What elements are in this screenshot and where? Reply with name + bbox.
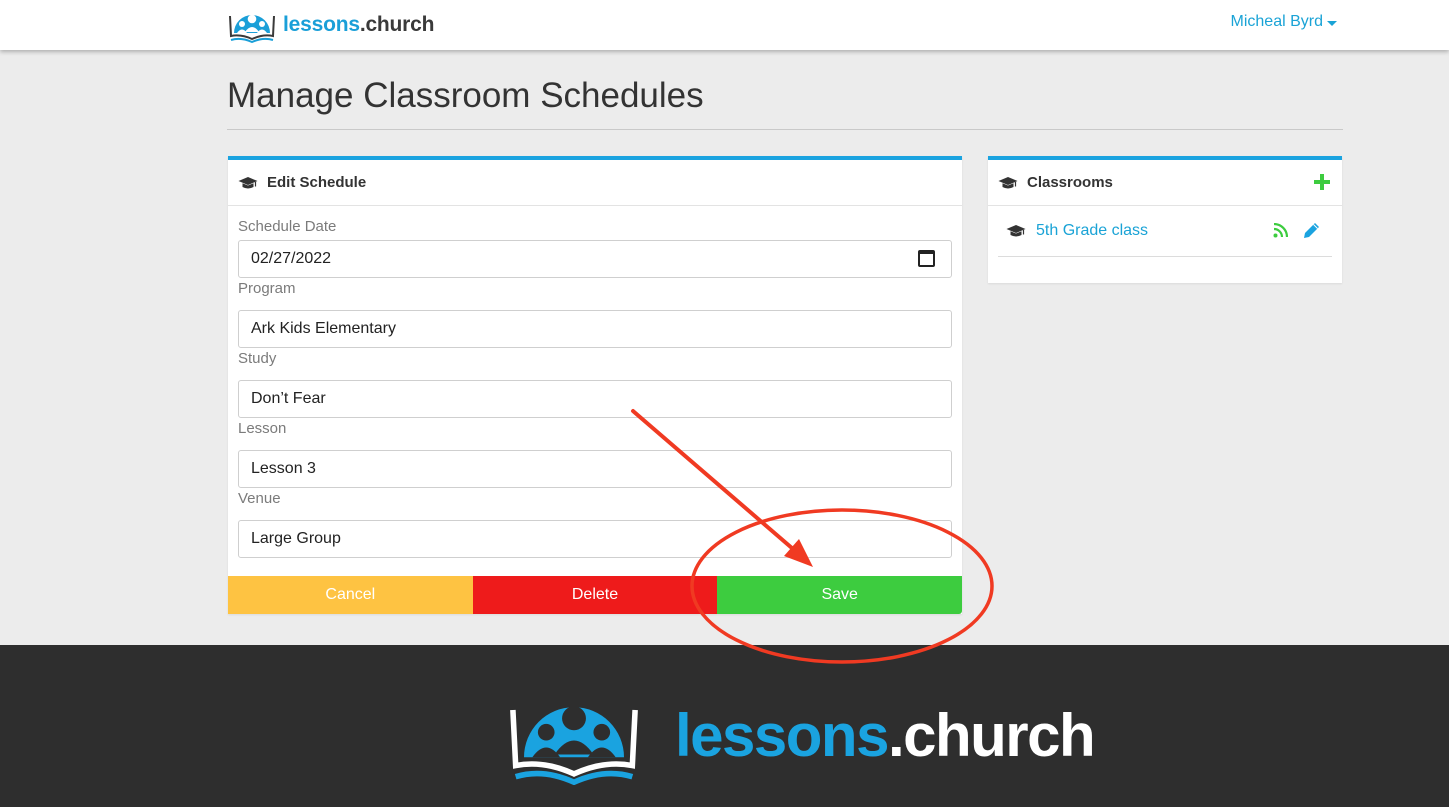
caret-down-icon (1327, 20, 1337, 26)
calendar-icon[interactable] (918, 250, 935, 267)
venue-label: Venue (238, 490, 281, 507)
save-button[interactable]: Save (717, 576, 963, 614)
footer-brand: lessons.church (503, 685, 1096, 785)
venue-select[interactable]: Large Group (238, 520, 952, 558)
form-actions: Cancel Delete Save (228, 576, 963, 614)
edit-schedule-title: Edit Schedule (267, 174, 367, 191)
brand-name: lessons.church (283, 13, 435, 36)
user-name: Micheal Byrd (1230, 13, 1323, 30)
footer-brand-name: lessons.church (675, 701, 1096, 769)
top-navbar: lessons.church Micheal Byrd (0, 0, 1449, 50)
schedule-date-input[interactable]: 02/27/2022 (238, 240, 952, 278)
classroom-link[interactable]: 5th Grade class (1036, 222, 1148, 240)
classrooms-header: Classrooms (988, 160, 1342, 206)
program-select[interactable]: Ark Kids Elementary (238, 310, 952, 348)
program-value: Ark Kids Elementary (251, 320, 396, 337)
study-value: Don’t Fear (251, 390, 326, 407)
graduation-cap-icon (238, 176, 258, 188)
venue-value: Large Group (251, 530, 341, 547)
plus-icon[interactable] (1314, 174, 1330, 190)
schedule-form: Schedule Date 02/27/2022 Program Ark Kid… (228, 206, 962, 558)
study-label: Study (238, 350, 277, 367)
user-menu[interactable]: Micheal Byrd (1231, 13, 1337, 31)
brand-logo-icon (229, 14, 275, 43)
page-title: Manage Classroom Schedules (227, 76, 704, 115)
classrooms-title: Classrooms (1027, 174, 1113, 191)
lesson-select[interactable]: Lesson 3 (238, 450, 952, 488)
edit-schedule-header: Edit Schedule (228, 160, 962, 206)
footer: lessons.church (0, 645, 1449, 807)
brand-logo-icon (510, 706, 638, 785)
cancel-button[interactable]: Cancel (228, 576, 473, 614)
graduation-cap-icon (998, 176, 1018, 188)
pencil-icon[interactable] (1303, 222, 1320, 239)
study-select[interactable]: Don’t Fear (238, 380, 952, 418)
lesson-label: Lesson (238, 420, 287, 437)
graduation-cap-icon (1006, 225, 1026, 237)
brand-link[interactable]: lessons.church (227, 6, 434, 44)
classroom-list-item: 5th Grade class (998, 206, 1332, 257)
program-label: Program (238, 280, 296, 297)
schedule-date-value: 02/27/2022 (251, 250, 332, 267)
delete-button[interactable]: Delete (472, 576, 718, 614)
edit-schedule-card: Edit Schedule Schedule Date 02/27/2022 P… (228, 156, 963, 614)
title-divider (227, 129, 1343, 130)
classrooms-card: Classrooms 5th Grade class (988, 156, 1342, 283)
lesson-value: Lesson 3 (251, 460, 316, 477)
rss-icon[interactable] (1273, 223, 1288, 238)
schedule-date-label: Schedule Date (238, 218, 337, 235)
